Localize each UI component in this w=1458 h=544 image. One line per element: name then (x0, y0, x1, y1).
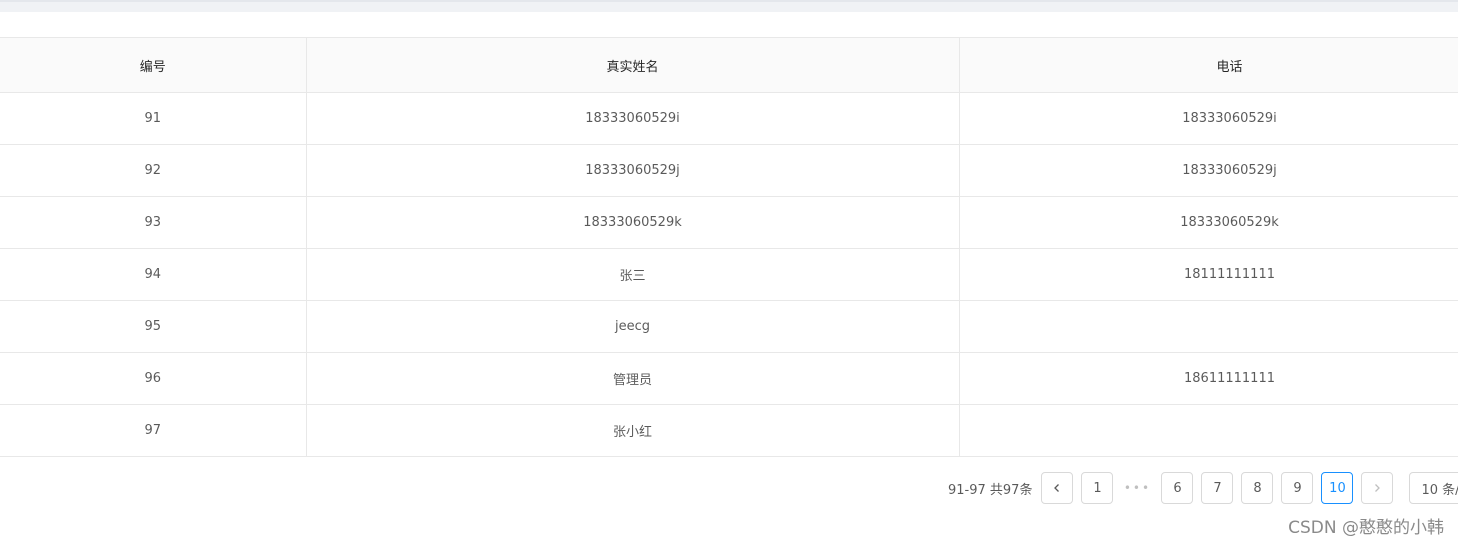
next-page-button[interactable] (1361, 472, 1394, 504)
column-header-realname[interactable]: 真实姓名 (306, 37, 960, 93)
cell-id: 95 (0, 300, 307, 353)
cell-id: 94 (0, 248, 307, 301)
table-row[interactable]: 95 jeecg (0, 300, 1458, 353)
cell-realname: 18333060529i (306, 92, 960, 145)
column-header-phone[interactable]: 电话 (959, 37, 1458, 93)
page-button-10-current[interactable]: 10 (1321, 472, 1354, 504)
page-button-7[interactable]: 7 (1201, 472, 1234, 504)
cell-phone: 18611111111 (959, 352, 1458, 405)
cell-realname: 张小红 (306, 404, 960, 457)
page-size-select[interactable]: 10 条/页 (1409, 472, 1458, 504)
table-row[interactable]: 93 18333060529k 18333060529k (0, 196, 1458, 249)
cell-realname: jeecg (306, 300, 960, 353)
cell-phone: 18111111111 (959, 248, 1458, 301)
page-button-8[interactable]: 8 (1241, 472, 1274, 504)
cell-id: 97 (0, 404, 307, 457)
cell-phone (959, 300, 1458, 353)
cell-phone: 18333060529i (959, 92, 1458, 145)
watermark-text: CSDN @憨憨的小韩 (1288, 518, 1444, 538)
cell-id: 92 (0, 144, 307, 197)
table-row[interactable]: 94 张三 18111111111 (0, 248, 1458, 301)
jump-prev-ellipsis[interactable]: ••• (1121, 472, 1153, 504)
table-row[interactable]: 92 18333060529j 18333060529j (0, 144, 1458, 197)
top-bar (0, 0, 1458, 12)
cell-id: 93 (0, 196, 307, 249)
prev-page-button[interactable] (1041, 472, 1074, 504)
page-button-9[interactable]: 9 (1281, 472, 1314, 504)
page-button-1[interactable]: 1 (1081, 472, 1114, 504)
pagination: 91-97 共97条 1 ••• 6 7 8 9 10 10 条/页 (948, 472, 1458, 504)
cell-realname: 张三 (306, 248, 960, 301)
table-row[interactable]: 96 管理员 18611111111 (0, 352, 1458, 405)
cell-realname: 18333060529j (306, 144, 960, 197)
cell-realname: 管理员 (306, 352, 960, 405)
data-table-wrapper: 编号 真实姓名 电话 91 18333060529i 18333060529i … (0, 37, 1458, 457)
cell-phone (959, 404, 1458, 457)
table-row[interactable]: 91 18333060529i 18333060529i (0, 92, 1458, 145)
cell-phone: 18333060529j (959, 144, 1458, 197)
cell-phone: 18333060529k (959, 196, 1458, 249)
cell-id: 91 (0, 92, 307, 145)
table-row[interactable]: 97 张小红 (0, 404, 1458, 457)
cell-id: 96 (0, 352, 307, 405)
cell-realname: 18333060529k (306, 196, 960, 249)
table-header-row: 编号 真实姓名 电话 (0, 37, 1458, 93)
chevron-right-icon (1372, 483, 1382, 493)
page-button-6[interactable]: 6 (1161, 472, 1194, 504)
chevron-left-icon (1052, 483, 1062, 493)
pagination-total: 91-97 共97条 (948, 482, 1033, 498)
data-table: 编号 真实姓名 电话 91 18333060529i 18333060529i … (0, 37, 1458, 457)
column-header-id[interactable]: 编号 (0, 37, 307, 93)
